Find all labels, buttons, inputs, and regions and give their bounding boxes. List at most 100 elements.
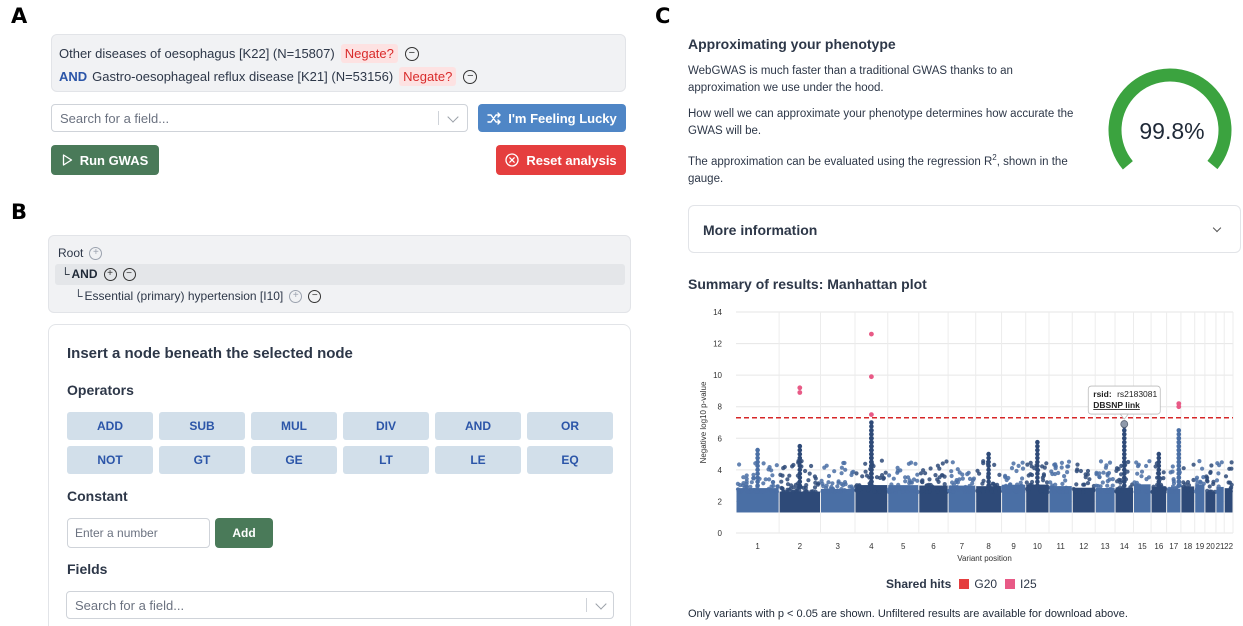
operator-button-mul[interactable]: MUL — [251, 412, 337, 440]
more-information-accordion[interactable]: More information — [688, 205, 1241, 253]
variant-point — [1016, 463, 1021, 468]
reset-analysis-button[interactable]: Reset analysis — [496, 145, 626, 175]
run-gwas-button[interactable]: Run GWAS — [51, 145, 159, 175]
variant-point — [754, 489, 759, 494]
variant-point — [942, 482, 947, 487]
variant-point — [949, 469, 954, 474]
field-search-select[interactable]: Search for a field... — [51, 104, 468, 132]
tooltip-rsid: rsid: rs2183081 — [1093, 389, 1157, 399]
variant-point — [1107, 477, 1112, 482]
operator-button-sub[interactable]: SUB — [159, 412, 245, 440]
variant-point — [1003, 483, 1008, 488]
peak-point — [1176, 467, 1182, 473]
variant-tooltip[interactable]: rsid: rs2183081 DBSNP link — [1087, 385, 1161, 420]
variant-point — [1105, 489, 1110, 494]
variant-point — [1209, 463, 1214, 468]
add-circle-icon[interactable]: + — [89, 246, 103, 260]
operator-button-and[interactable]: AND — [435, 412, 521, 440]
variant-point — [1167, 489, 1172, 494]
variant-point — [770, 473, 775, 478]
y-tick-label: 12 — [713, 340, 722, 349]
feeling-lucky-button[interactable]: I'm Feeling Lucky — [478, 104, 626, 132]
negate-button[interactable]: Negate? — [399, 67, 457, 86]
x-tick-label: 20 — [1206, 542, 1215, 551]
variant-point — [804, 489, 809, 494]
operator-button-lt[interactable]: LT — [343, 446, 429, 474]
fields-search-placeholder: Search for a field... — [75, 597, 185, 613]
tree-root-label: Root — [58, 246, 84, 260]
fields-search-select[interactable]: Search for a field... — [66, 591, 614, 619]
variant-point — [915, 472, 920, 477]
operator-button-add[interactable]: ADD — [67, 412, 153, 440]
tree-and-label: AND — [71, 267, 98, 281]
variant-point — [780, 473, 785, 478]
variant-point — [1064, 489, 1069, 494]
variant-point — [745, 489, 750, 494]
operator-button-eq[interactable]: EQ — [527, 446, 613, 474]
chevron-down-icon[interactable] — [1212, 223, 1222, 233]
remove-circle-icon[interactable]: − — [463, 69, 478, 84]
remove-circle-icon[interactable]: − — [308, 289, 322, 303]
variant-point — [913, 461, 918, 466]
variant-point — [741, 475, 746, 480]
variant-point — [944, 459, 949, 464]
negate-button[interactable]: Negate? — [340, 44, 398, 63]
add-constant-button[interactable]: Add — [215, 518, 273, 548]
x-tick-label: 12 — [1079, 542, 1088, 551]
constant-input[interactable]: Enter a number — [67, 518, 210, 548]
add-circle-icon[interactable]: + — [289, 289, 303, 303]
chevron-down-icon[interactable] — [447, 111, 459, 123]
tooltip-rsid-label: rsid: — [1093, 389, 1112, 399]
dbsnp-link[interactable]: DBSNP link — [1093, 400, 1140, 410]
variant-point — [782, 464, 787, 470]
variant-point — [939, 489, 944, 494]
tree-branch-glyph: └ — [74, 289, 83, 303]
variant-point — [781, 489, 786, 494]
variant-point — [809, 463, 814, 469]
peak-point — [755, 459, 760, 465]
tree-node-root[interactable]: Root + — [58, 246, 103, 260]
variant-point — [961, 487, 966, 492]
operator-grid: ADD SUB MUL DIV AND OR NOT GT GE LT LE E… — [67, 412, 615, 474]
variant-point — [794, 488, 799, 493]
x-tick-label: 3 — [836, 542, 841, 551]
variant-point — [860, 474, 865, 479]
variant-point — [920, 488, 925, 493]
x-tick-label: 14 — [1120, 542, 1129, 551]
operator-button-gt[interactable]: GT — [159, 446, 245, 474]
variant-point — [1026, 489, 1031, 495]
variant-point — [1134, 460, 1139, 465]
variant-point — [1126, 459, 1131, 465]
operator-button-ge[interactable]: GE — [251, 446, 337, 474]
operator-button-not[interactable]: NOT — [67, 446, 153, 474]
y-tick-label: 0 — [718, 529, 723, 538]
remove-circle-icon[interactable]: − — [122, 267, 136, 281]
tree-node-and[interactable]: └ AND + − — [61, 267, 136, 281]
variant-point — [892, 486, 897, 491]
variant-point — [1020, 466, 1026, 471]
chromosome-band-15 — [1133, 484, 1151, 513]
chevron-down-icon[interactable] — [595, 598, 607, 610]
peak-point — [986, 459, 991, 465]
peak-point — [1176, 451, 1182, 457]
variant-point — [1107, 460, 1113, 465]
variant-point — [877, 489, 882, 494]
variant-point — [1135, 471, 1140, 476]
operator-button-or[interactable]: OR — [527, 412, 613, 440]
x-tick-label: 4 — [869, 542, 874, 551]
manhattan-plot: 02468101214 1 2 3 4 5 6 7 8 9 10 11 12 13 14 15 16 17 18 1… — [699, 308, 1234, 563]
variant-point — [1075, 467, 1080, 472]
variant-point — [1229, 466, 1234, 471]
operator-button-div[interactable]: DIV — [343, 412, 429, 440]
variant-point — [1198, 480, 1203, 485]
x-tick-label: 18 — [1183, 542, 1192, 551]
tree-node-leaf[interactable]: └ Essential (primary) hypertension [I10]… — [74, 289, 322, 303]
variant-point — [1020, 476, 1025, 481]
variant-point — [841, 460, 846, 466]
peak-point — [797, 451, 803, 457]
variant-point — [1125, 489, 1130, 494]
add-circle-icon[interactable]: + — [103, 267, 117, 281]
operator-button-le[interactable]: LE — [435, 446, 521, 474]
variant-point — [735, 481, 740, 486]
remove-circle-icon[interactable]: − — [404, 46, 419, 61]
